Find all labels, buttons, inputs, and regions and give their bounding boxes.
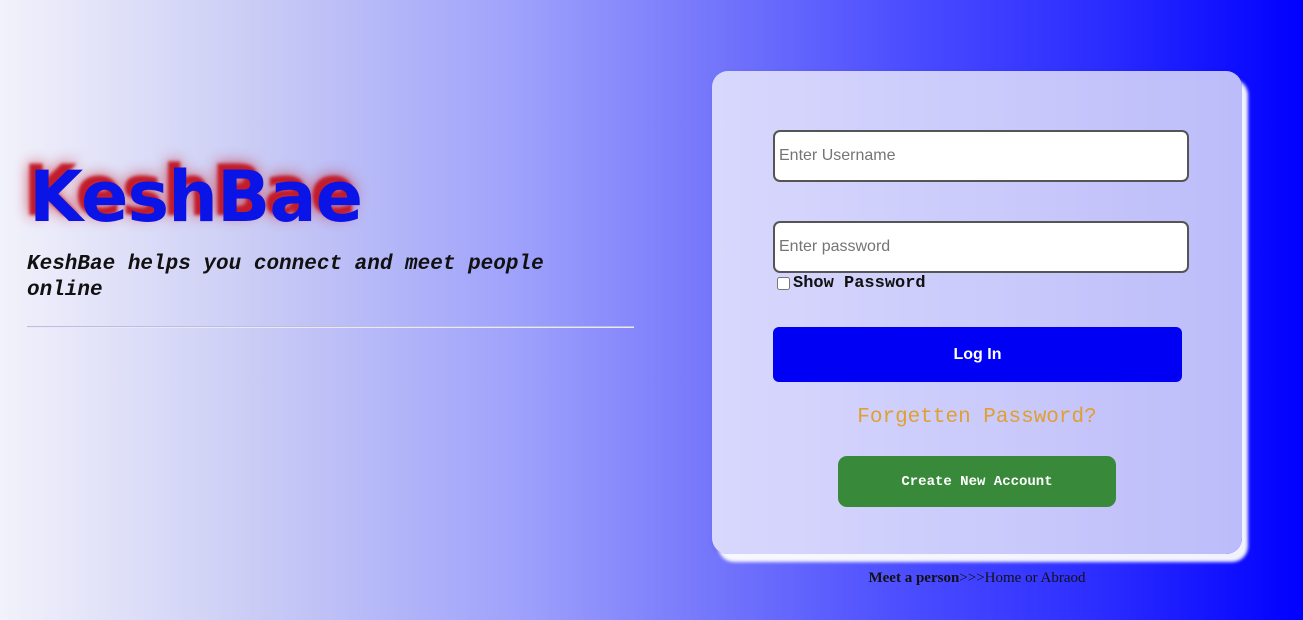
footer-note: Meet a person>>>Home or Abraod bbox=[712, 570, 1242, 587]
footer-bold-text: Meet a person bbox=[868, 570, 960, 586]
username-input[interactable] bbox=[773, 130, 1189, 182]
login-button[interactable]: Log In bbox=[773, 327, 1182, 382]
logo-text: KeshBae bbox=[29, 156, 363, 238]
forgot-password-link[interactable]: Forgetten Password? bbox=[712, 406, 1242, 429]
show-password-label[interactable]: Show Password bbox=[793, 274, 926, 293]
login-card: Show Password Log In Forgetten Password?… bbox=[712, 71, 1242, 554]
logo: KeshBae KeshBae bbox=[23, 150, 647, 240]
password-input[interactable] bbox=[773, 221, 1189, 273]
brand-section: KeshBae KeshBae KeshBae helps you connec… bbox=[23, 150, 647, 328]
divider bbox=[27, 326, 634, 328]
tagline: KeshBae helps you connect and meet peopl… bbox=[27, 253, 544, 302]
create-account-button[interactable]: Create New Account bbox=[838, 456, 1116, 507]
show-password-checkbox[interactable] bbox=[777, 277, 790, 290]
footer-rest-text: >>>Home or Abraod bbox=[959, 570, 1086, 586]
show-password-row: Show Password bbox=[776, 274, 926, 293]
